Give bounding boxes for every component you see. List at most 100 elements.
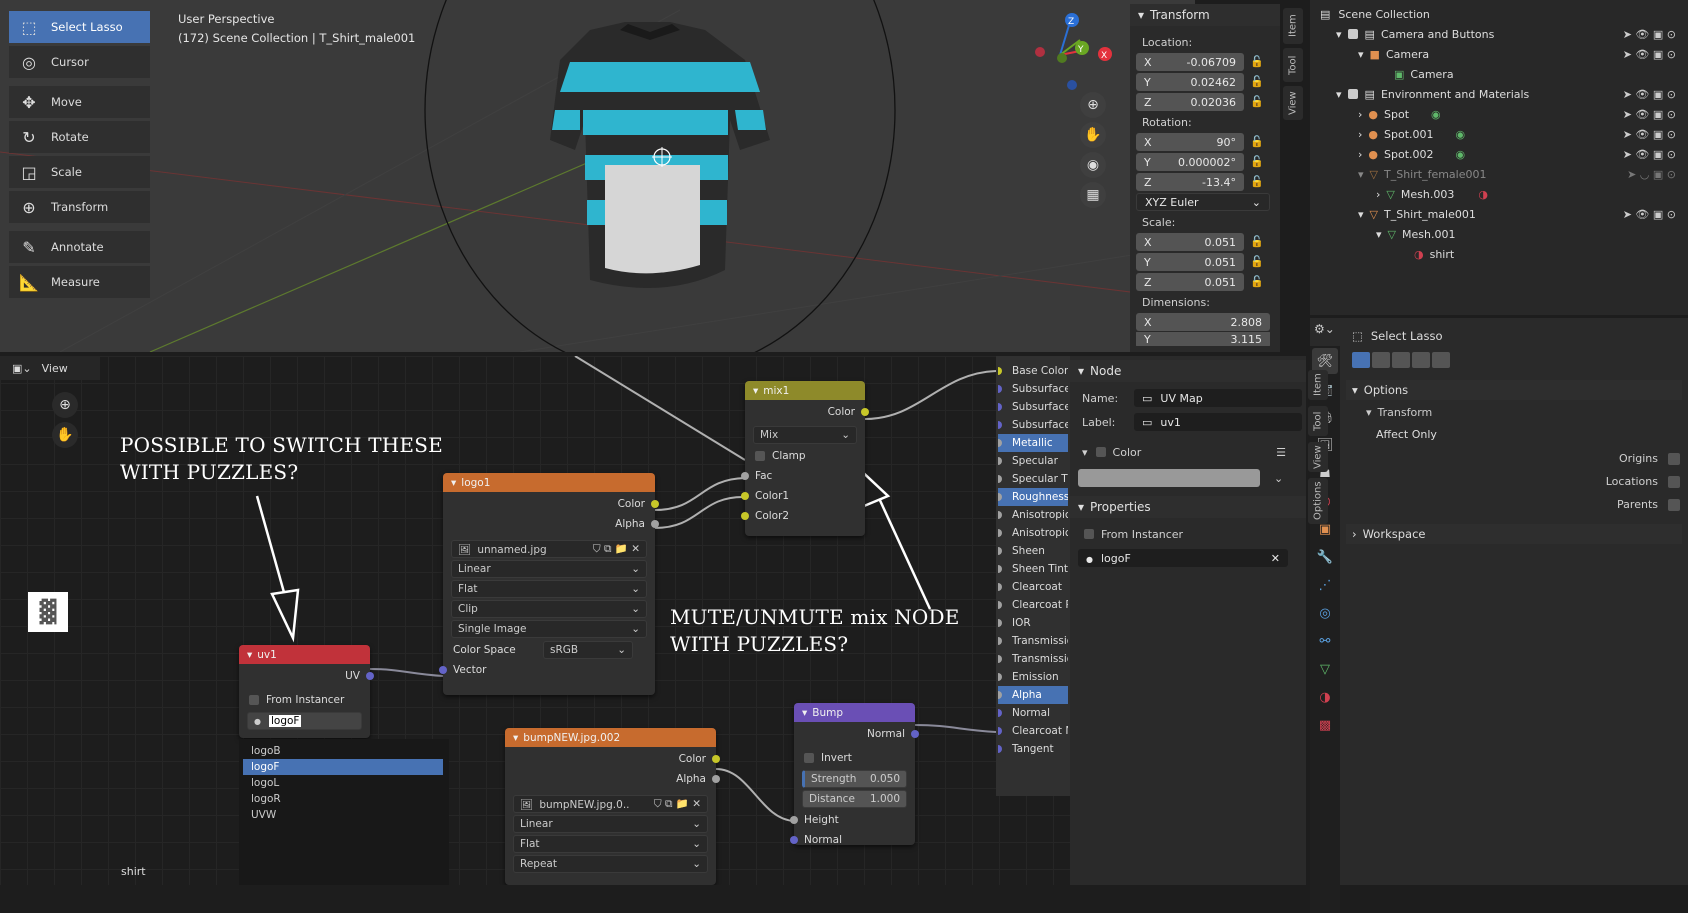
socket-icon[interactable] bbox=[790, 816, 798, 824]
bsdf-input-row[interactable]: Base Color bbox=[998, 362, 1068, 380]
transform-panel-header[interactable]: ▾ Transform bbox=[1130, 4, 1280, 26]
interpolation-select[interactable]: Linear ⌄ bbox=[451, 560, 647, 578]
node-header[interactable]: ▾ mix1 bbox=[745, 381, 865, 400]
tool-cursor[interactable]: ◎ Cursor bbox=[9, 46, 150, 78]
socket-icon[interactable] bbox=[998, 709, 1002, 717]
distance-field[interactable]: Distance 1.000 bbox=[802, 790, 907, 808]
bsdf-input-row[interactable]: Specular Ti bbox=[998, 470, 1068, 488]
bsdf-input-row[interactable]: Metallic bbox=[998, 434, 1068, 452]
list-item[interactable]: logoR bbox=[243, 791, 449, 807]
lock-icon[interactable]: 🔓 bbox=[1250, 235, 1264, 249]
interpolation-select[interactable]: Linear ⌄ bbox=[513, 815, 708, 833]
list-item[interactable]: UVW bbox=[243, 807, 449, 823]
mode-intersect-icon[interactable] bbox=[1432, 352, 1450, 368]
visibility-icons[interactable]: ➤ 👁 ▣ ⊙ bbox=[1623, 48, 1676, 61]
chevron-down-icon[interactable]: ⌄ bbox=[1274, 472, 1283, 485]
lock-icon[interactable]: 🔓 bbox=[1250, 75, 1264, 89]
node-header[interactable]: ▾ bumpNEW.jpg.002 bbox=[505, 728, 716, 747]
checkbox-icon[interactable] bbox=[1347, 89, 1358, 99]
checkbox-icon[interactable] bbox=[1668, 475, 1680, 488]
socket-icon[interactable] bbox=[439, 666, 447, 674]
origins-toggle[interactable]: Origins bbox=[1550, 452, 1680, 465]
visibility-icons[interactable]: ➤ 👁 ▣ ⊙ bbox=[1623, 108, 1676, 121]
blend-type-select[interactable]: Mix ⌄ bbox=[753, 426, 857, 444]
image-texture-node-bump[interactable]: ▾ bumpNEW.jpg.002 Color Alpha 🖼 bumpNEW.jp… bbox=[505, 728, 720, 885]
socket-icon[interactable] bbox=[998, 439, 1002, 447]
socket-icon[interactable] bbox=[998, 385, 1002, 393]
tab-options[interactable]: Options bbox=[1308, 478, 1328, 524]
checkbox-icon[interactable] bbox=[1084, 529, 1094, 539]
options-panel-header[interactable]: ▾ Options bbox=[1346, 380, 1682, 400]
socket-icon[interactable] bbox=[998, 547, 1002, 555]
data-tab-icon[interactable]: ▽ bbox=[1312, 656, 1338, 682]
extension-select[interactable]: Clip ⌄ bbox=[451, 600, 647, 618]
workspace-panel-header[interactable]: › Workspace bbox=[1346, 524, 1682, 544]
checkbox-icon[interactable] bbox=[1668, 498, 1680, 511]
shader-node-editor[interactable]: ▣⌄ View ⊕ ✋ ▓ shirt POSSIBLE TO SWITCH T… bbox=[0, 356, 1070, 885]
image-actions-icons[interactable]: ⛉ ⧉ 📁 ✕ bbox=[593, 542, 640, 556]
bsdf-input-row[interactable]: Anisotropic bbox=[998, 506, 1068, 524]
clamp-toggle[interactable]: Clamp bbox=[745, 446, 865, 466]
socket-icon[interactable] bbox=[998, 673, 1002, 681]
socket-icon[interactable] bbox=[998, 691, 1002, 699]
socket-icon[interactable] bbox=[998, 727, 1002, 735]
tab-item[interactable]: Item bbox=[1308, 370, 1328, 400]
socket-icon[interactable] bbox=[998, 637, 1002, 645]
outliner-row[interactable]: › ● Spot ◉ ➤ 👁 ▣ ⊙ bbox=[1310, 104, 1688, 124]
color-space-select[interactable]: sRGB ⌄ bbox=[543, 641, 633, 659]
outliner-row[interactable]: › ● Spot.002 ◉ ➤ 👁 ▣ ⊙ bbox=[1310, 144, 1688, 164]
socket-icon[interactable] bbox=[911, 730, 919, 738]
mode-subtract-icon[interactable] bbox=[1392, 352, 1410, 368]
lock-icon[interactable]: 🔓 bbox=[1250, 175, 1264, 189]
visibility-icons[interactable]: ➤ 👁 ▣ ⊙ bbox=[1623, 208, 1676, 221]
lock-icon[interactable]: 🔓 bbox=[1250, 95, 1264, 109]
socket-icon[interactable] bbox=[712, 775, 720, 783]
socket-icon[interactable] bbox=[741, 512, 749, 520]
bsdf-input-row[interactable]: Normal bbox=[998, 704, 1068, 722]
modifier-tab-icon[interactable]: 🔧 bbox=[1312, 544, 1338, 570]
node-header[interactable]: ▾ uv1 bbox=[239, 645, 370, 664]
physics-tab-icon[interactable]: ◎ bbox=[1312, 600, 1338, 626]
bsdf-input-row[interactable]: Clearcoat bbox=[998, 578, 1068, 596]
uv-map-node[interactable]: ▾ uv1 UV From Instancer ● logoF bbox=[239, 645, 374, 738]
tool-move[interactable]: ✥ Move bbox=[9, 86, 150, 118]
uv-map-dropdown-list[interactable]: logoB logoF logoL logoR UVW bbox=[239, 739, 449, 885]
socket-icon[interactable] bbox=[998, 601, 1002, 609]
socket-icon[interactable] bbox=[998, 745, 1002, 753]
visibility-icons[interactable]: ➤ 👁 ▣ ⊙ bbox=[1623, 148, 1676, 161]
bsdf-input-row[interactable]: Emission bbox=[998, 668, 1068, 686]
bsdf-input-row[interactable]: Sheen bbox=[998, 542, 1068, 560]
texture-tab-icon[interactable]: ▩ bbox=[1312, 712, 1338, 738]
strength-field[interactable]: Strength 0.050 bbox=[802, 770, 907, 788]
socket-icon[interactable] bbox=[790, 836, 798, 844]
outliner-row[interactable]: ▾ ▽ Mesh.001 bbox=[1310, 224, 1688, 244]
bsdf-input-row[interactable]: Clearcoat R bbox=[998, 596, 1068, 614]
outliner-row[interactable]: ▾ ■ Camera ➤ 👁 ▣ ⊙ bbox=[1310, 44, 1688, 64]
outliner-row[interactable]: ▾ ▽ T_Shirt_male001 ➤ 👁 ▣ ⊙ bbox=[1310, 204, 1688, 224]
socket-icon[interactable] bbox=[712, 755, 720, 763]
checkbox-icon[interactable] bbox=[249, 695, 259, 705]
socket-icon[interactable] bbox=[998, 565, 1002, 573]
from-instancer-toggle[interactable]: From Instancer bbox=[239, 690, 370, 710]
transform-subpanel-header[interactable]: ▾ Transform bbox=[1366, 402, 1432, 422]
bsdf-input-row[interactable]: Subsurface bbox=[998, 380, 1068, 398]
bsdf-input-row[interactable]: Transmissio bbox=[998, 650, 1068, 668]
lock-icon[interactable]: 🔓 bbox=[1250, 55, 1264, 69]
bsdf-input-row[interactable]: Anisotropic bbox=[998, 524, 1068, 542]
socket-icon[interactable] bbox=[741, 492, 749, 500]
checkbox-icon[interactable] bbox=[1095, 447, 1106, 457]
socket-icon[interactable] bbox=[861, 408, 869, 416]
tab-tool[interactable]: Tool bbox=[1308, 406, 1328, 436]
socket-icon[interactable] bbox=[651, 520, 659, 528]
close-icon[interactable]: ✕ bbox=[1271, 552, 1280, 565]
node-panel-header[interactable]: ▾ Node bbox=[1070, 360, 1306, 382]
rotation-mode-select[interactable]: XYZ Euler ⌄ bbox=[1136, 193, 1270, 211]
image-actions-icons[interactable]: ⛉ ⧉ 📁 ✕ bbox=[654, 797, 701, 811]
principled-bsdf-node[interactable]: Base Color Subsurface Subsurface Subsurface… bbox=[996, 356, 1070, 796]
socket-icon[interactable] bbox=[998, 511, 1002, 519]
lock-icon[interactable]: 🔓 bbox=[1250, 275, 1264, 289]
lock-icon[interactable]: 🔓 bbox=[1250, 155, 1264, 169]
material-tab-icon[interactable]: ◑ bbox=[1312, 684, 1338, 710]
tool-annotate[interactable]: ✎ Annotate bbox=[9, 231, 150, 263]
bsdf-input-row[interactable]: Specular bbox=[998, 452, 1068, 470]
